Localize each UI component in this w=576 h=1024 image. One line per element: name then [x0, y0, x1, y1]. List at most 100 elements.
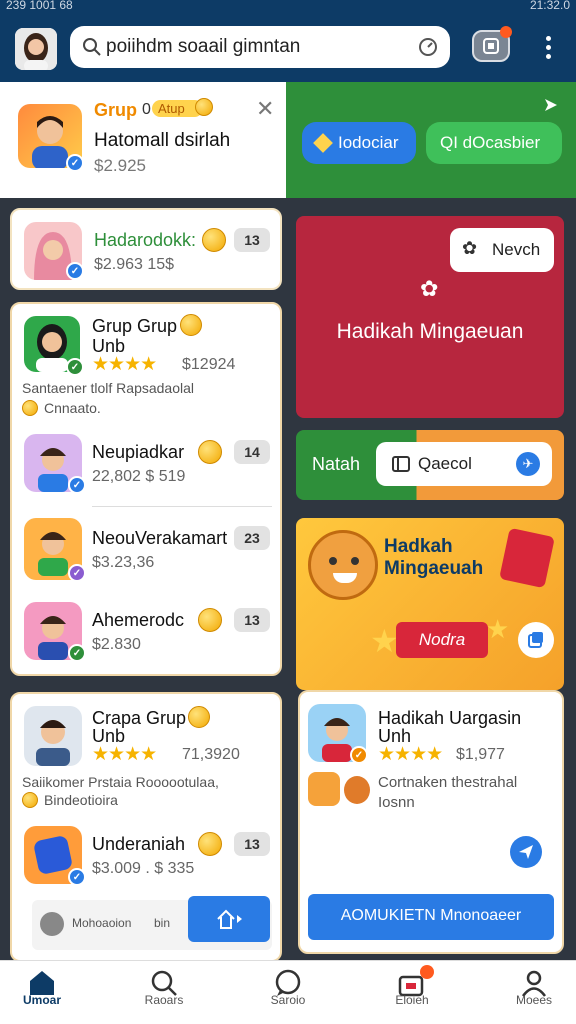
group-desc-2: Bindeotioira [44, 792, 118, 808]
promo-split-label: Natah [312, 454, 361, 474]
rating-stars: ★★★★ [378, 744, 443, 765]
promo-yellow-title-1: Hadkah [384, 536, 453, 557]
home-icon [30, 971, 54, 995]
promo-split-chip[interactable]: Qaecol ✈ [376, 442, 552, 486]
smile-icon [22, 792, 38, 808]
sticker-icon [308, 772, 340, 806]
diamond-icon [313, 133, 333, 153]
promo-ribbon: Nodra [396, 622, 488, 658]
list-item[interactable]: ✓ Underaniah 13 $3.009 . $ 335 [12, 820, 280, 896]
verified-badge-icon: ✓ [66, 358, 84, 376]
promo-red-card[interactable]: ✿ Nevch ✿ Hadikah Mingaeuan [296, 216, 564, 418]
group-desc-2: Cnnaato. [44, 400, 101, 416]
app-header: poiihdm soaail gimntan [0, 14, 576, 82]
list-card-1[interactable]: ✓ Hadarodokk: 13 $2.963 15$ [10, 208, 282, 290]
verified-badge-icon: ✓ [68, 564, 86, 582]
share-icon[interactable]: ✈ [516, 452, 540, 476]
verified-badge-icon: ✓ [68, 868, 86, 886]
copy-icon [528, 632, 543, 648]
group-title: Grup Grup [92, 316, 178, 336]
divider [92, 506, 272, 507]
rating-stars: ★★★★ [92, 744, 157, 765]
sticker-icon-2 [344, 776, 370, 804]
notification-dot [500, 26, 512, 38]
coin-icon [195, 98, 213, 116]
count-badge: 13 [234, 832, 270, 856]
search-bar[interactable]: poiihdm soaail gimntan [70, 26, 450, 68]
promo-yellow-card[interactable]: Hadkah Mingaeuah ★ Nodra ★ [296, 518, 564, 690]
group-avatar [24, 706, 82, 766]
home-arrow-icon [217, 909, 242, 929]
featured-card[interactable]: ✓ Grup 0 Atup ✕ Hatomall dsirlah $2.925 [0, 82, 286, 198]
copy-button[interactable] [518, 622, 554, 658]
coin-icon [180, 314, 202, 336]
chip-button[interactable]: ✿ Nevch [450, 228, 554, 272]
search-input[interactable]: poiihdm soaail gimntan [106, 36, 300, 58]
rating-value: $12924 [182, 356, 236, 373]
promo-split-card[interactable]: Natah Qaecol ✈ [296, 430, 564, 500]
status-time-right: 21:32.0 [529, 0, 570, 12]
send-icon [519, 845, 533, 859]
clock-icon[interactable] [418, 37, 438, 57]
close-icon[interactable]: ✕ [256, 96, 274, 122]
rating-value: $1,977 [456, 746, 505, 763]
inbox-icon [483, 38, 499, 54]
notification-dot [420, 965, 434, 979]
featured-price: $2.925 [94, 156, 146, 175]
count-badge: 13 [234, 608, 270, 632]
rating-stars: ★★★★ [92, 354, 157, 375]
send-icon[interactable] [544, 98, 558, 112]
count-badge: 13 [234, 228, 270, 252]
nav-profile[interactable]: Moees [484, 961, 576, 1011]
coin-icon [198, 832, 222, 856]
bottom-nav: Umoar Raoars Saroio Eloieh Moees [0, 960, 576, 1024]
user-avatar[interactable] [15, 28, 57, 70]
nav-chat[interactable]: Saroio [238, 961, 338, 1011]
share-button[interactable] [510, 836, 542, 868]
mascot-icon [308, 530, 378, 600]
verified-badge-icon: ✓ [66, 154, 84, 172]
list-item[interactable]: ✓ Ahemerodc 13 $2.830 [12, 596, 280, 672]
group-desc: Saiikomer Prstaia Roooootulaa, [22, 774, 219, 790]
group-card-2[interactable]: Crapa Grup Unb ★★★★ 71,3920 Saiikomer Pr… [10, 692, 282, 962]
promo-info-card[interactable]: ✓ Hadikah Uargasin Unh ★★★★ $1,977 Cortn… [298, 690, 564, 954]
flower-icon: ✿ [462, 238, 478, 258]
rating-value: 71,3920 [182, 746, 240, 763]
star-icon: ★ [370, 623, 399, 659]
search-icon [83, 38, 101, 56]
coin-icon [202, 228, 226, 252]
group-desc: Santaener tlolf Rapsadaolal [22, 380, 195, 396]
promo-title: Hadikah Mingaeuan [336, 320, 524, 343]
featured-tag: Grup [94, 100, 137, 120]
home-share-button[interactable] [188, 896, 270, 942]
promo-card-desc: Cortnaken thestrahal [378, 774, 518, 791]
verified-badge-icon: ✓ [350, 746, 368, 764]
list-item[interactable]: ✓ NeouVerakamart 23 $3.23,36 [12, 514, 280, 590]
red-envelope-icon [499, 527, 555, 589]
verified-badge-icon: ✓ [68, 644, 86, 662]
star-icon: ★ [486, 614, 510, 644]
list-item[interactable]: ✓ Neupiadkar 14 22,802 $ 519 [12, 428, 280, 504]
mini-bar[interactable]: Mohoaoion bin [32, 896, 272, 950]
promo-yellow-title-2: Mingaeuah [384, 558, 484, 579]
status-time-left: 239 1001 68 [6, 0, 73, 12]
count-badge: 23 [234, 526, 270, 550]
nav-home[interactable]: Umoar [0, 961, 92, 1011]
ticket-icon [392, 456, 410, 472]
green-action-button[interactable]: QI dOcasbier [426, 122, 562, 164]
coin-icon [188, 706, 210, 728]
list-item-sub: $2.963 15$ [94, 256, 175, 273]
gift-icon: ✿ [420, 276, 439, 301]
verified-badge-icon: ✓ [68, 476, 86, 494]
notification-button[interactable] [472, 26, 512, 62]
group-card-1[interactable]: ✓ Grup Grup Unb ★★★★ $12924 Santaener tl… [10, 302, 282, 676]
more-menu-icon[interactable] [543, 36, 553, 62]
list-item-title: Hadarodokk: [94, 230, 197, 250]
top-right-panel: Iodociar QI dOcasbier [286, 82, 576, 198]
mini-avatar [40, 912, 64, 936]
blue-action-button[interactable]: Iodociar [302, 122, 416, 164]
primary-cta-button[interactable]: AOMUKIETN Mnonoaeer [308, 894, 554, 940]
nav-bag[interactable]: Eloieh [362, 961, 462, 1011]
verified-badge-icon: ✓ [66, 262, 84, 280]
nav-search[interactable]: Raoars [114, 961, 214, 1011]
